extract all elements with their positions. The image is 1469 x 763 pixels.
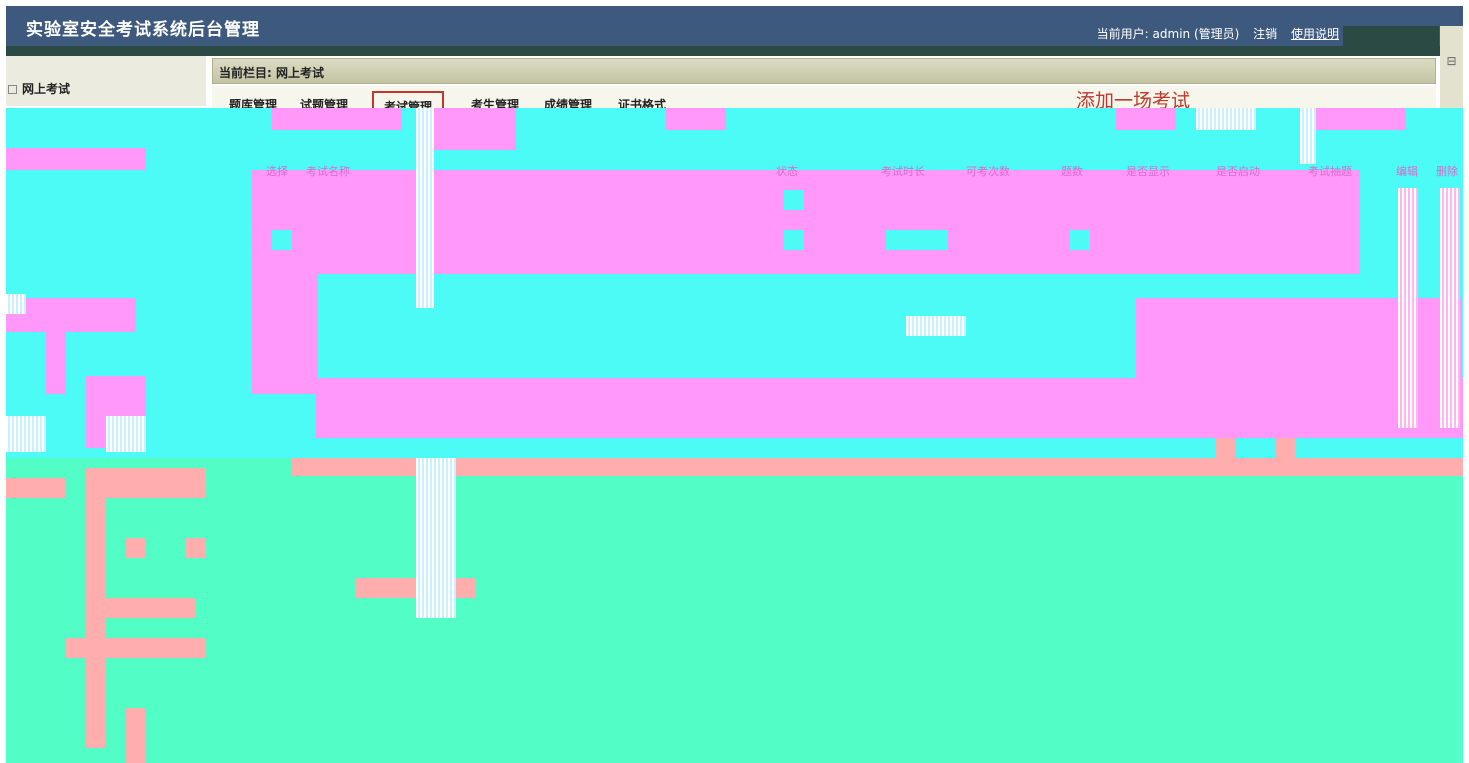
glitch-block <box>126 538 146 558</box>
header-corner-block <box>1343 26 1439 46</box>
col-select: 选择 <box>266 165 288 178</box>
glitch-cutout <box>886 230 948 250</box>
sidebar-group-online-exam[interactable]: 网上考试 <box>8 80 70 97</box>
col-edit: 编辑 <box>1396 165 1418 178</box>
glitch-hatch <box>416 458 456 618</box>
col-duration: 考试时长 <box>881 165 925 178</box>
glitch-block <box>1116 108 1176 130</box>
module-tabs: 题库管理 试题管理 考试管理 考生管理 成绩管理 证书格式 <box>212 86 1436 114</box>
glitch-hatch <box>1196 108 1256 130</box>
glitch-hatch <box>1398 188 1418 428</box>
glitch-block <box>6 148 146 170</box>
top-header: 实验室安全考试系统后台管理 当前用户: admin (管理员) 注销 使用说明 <box>6 6 1463 46</box>
glitch-block <box>66 638 206 658</box>
glitch-hatch <box>906 316 966 336</box>
app-title: 实验室安全考试系统后台管理 <box>26 20 260 40</box>
glitch-hatch <box>6 416 46 452</box>
glitch-block <box>1306 108 1406 130</box>
glitch-block <box>456 434 1462 438</box>
col-delete: 删除 <box>1436 165 1458 178</box>
exam-table-header: 选择 考试名称 状态 考试时长 可考次数 题数 是否显示 是否启动 考试抽题 编… <box>266 163 1463 178</box>
glitch-cutout <box>272 230 292 250</box>
glitch-hatch <box>106 416 146 452</box>
logout-link[interactable]: 注销 <box>1253 27 1277 41</box>
col-visible: 是否显示 <box>1126 165 1170 178</box>
glitch-block <box>292 458 1463 476</box>
sidebar-group-label: 网上考试 <box>22 82 71 96</box>
glitch-block <box>46 314 66 394</box>
col-started: 是否启动 <box>1216 165 1260 178</box>
glitch-band-green <box>6 458 1463 763</box>
corrupted-content-area: 选择 考试名称 状态 考试时长 可考次数 题数 是否显示 是否启动 考试抽题 编… <box>6 108 1463 763</box>
glitch-block <box>666 108 726 130</box>
glitch-cutout <box>784 190 804 210</box>
header-strip <box>6 46 1463 56</box>
glitch-block <box>6 478 66 498</box>
admin-app: 实验室安全考试系统后台管理 当前用户: admin (管理员) 注销 使用说明 … <box>0 0 1469 763</box>
glitch-block <box>106 598 196 618</box>
col-question-count: 题数 <box>1061 165 1083 178</box>
glitch-block <box>86 468 206 498</box>
glitch-block <box>186 538 206 558</box>
col-exam-name: 考试名称 <box>306 165 350 178</box>
user-info: 当前用户: admin (管理员) 注销 使用说明 <box>1097 25 1339 42</box>
col-attempts: 可考次数 <box>966 165 1010 178</box>
glitch-block <box>252 274 318 394</box>
glitch-block <box>1276 438 1296 458</box>
sidebar: 网上考试 法 <box>6 56 206 127</box>
glitch-block <box>126 708 146 763</box>
col-status: 状态 <box>776 165 798 178</box>
glitch-block <box>1216 438 1236 458</box>
glitch-cutout <box>436 274 1126 378</box>
glitch-hatch <box>416 108 434 308</box>
glitch-block <box>272 108 402 130</box>
glitch-cutout <box>784 230 804 250</box>
current-user-label: 当前用户: admin (管理员) <box>1096 27 1240 41</box>
glitch-block <box>86 498 106 748</box>
collapse-box-icon <box>8 85 17 94</box>
col-question-draw: 考试抽题 <box>1308 165 1352 178</box>
glitch-hatch <box>1440 188 1460 428</box>
collapse-toggle-icon[interactable]: ⊟ <box>1440 26 1463 112</box>
glitch-hatch <box>6 294 26 314</box>
breadcrumb: 当前栏目: 网上考试 <box>212 58 1436 84</box>
glitch-cutout <box>1070 230 1090 250</box>
help-link[interactable]: 使用说明 <box>1291 27 1339 41</box>
glitch-hatch <box>1300 108 1316 164</box>
